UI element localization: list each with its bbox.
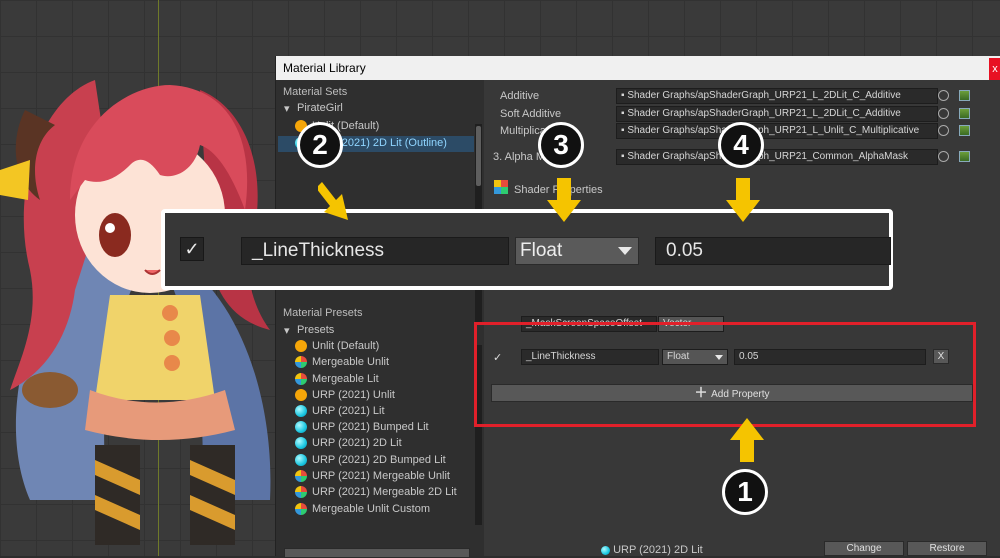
set-group-label[interactable]: PirateGirl	[297, 102, 343, 114]
material-library-window: Material Library x Material Sets ▾ Pirat…	[275, 56, 1000, 558]
preset-item[interactable]: URP (2021) 2D Lit	[312, 437, 402, 449]
shader-field-value: Shader Graphs/apShaderGraph_URP21_L_2DLi…	[627, 90, 901, 101]
zoom-callout-panel: ✓ _LineThickness Float 0.05	[161, 209, 893, 290]
shader-field-value: Shader Graphs/apShaderGraph_URP21_L_2DLi…	[627, 108, 901, 119]
preset-item[interactable]: URP (2021) Bumped Lit	[312, 421, 429, 433]
highlight-box	[474, 322, 976, 427]
callout-4: 4	[718, 122, 764, 168]
arrow-4-icon	[726, 178, 760, 222]
orange-sphere-icon	[295, 389, 307, 401]
image-icon[interactable]	[959, 151, 970, 162]
material-sets-header: Material Sets	[283, 86, 348, 98]
image-icon[interactable]	[959, 108, 970, 119]
material-presets-header: Material Presets	[283, 307, 363, 319]
shader-field-value: Shader Graphs/apShaderGraph_URP21_Common…	[627, 151, 909, 162]
shader-properties-icon	[494, 180, 508, 194]
change-button[interactable]: Change	[824, 541, 904, 556]
shader-field-value: Shader Graphs/apShaderGraph_URP21_L_Unli…	[627, 125, 920, 136]
shader-field[interactable]: ▪ Shader Graphs/apShaderGraph_URP21_L_Un…	[616, 123, 938, 139]
preset-item[interactable]: Mergeable Unlit Custom	[312, 503, 430, 515]
object-picker-icon[interactable]	[938, 108, 949, 119]
preset-item[interactable]: URP (2021) Mergeable 2D Lit	[312, 486, 457, 498]
window-title: Material Library	[276, 56, 1000, 80]
preset-item[interactable]: URP (2021) 2D Bumped Lit	[312, 454, 446, 466]
preset-item[interactable]: URP (2021) Unlit	[312, 389, 395, 401]
cyan-sphere-icon	[601, 545, 610, 555]
object-picker-icon[interactable]	[938, 90, 949, 101]
object-picker-icon[interactable]	[938, 125, 949, 136]
restore-button[interactable]: Restore	[907, 541, 987, 556]
chevron-down-icon	[618, 247, 632, 255]
object-picker-icon[interactable]	[938, 151, 949, 162]
preset-item[interactable]: Unlit (Default)	[312, 340, 379, 352]
cyan-sphere-icon	[295, 421, 307, 433]
arrow-2-icon	[318, 182, 348, 220]
callout-1: 1	[722, 469, 768, 515]
shader-field[interactable]: ▪ Shader Graphs/apShaderGraph_URP21_L_2D…	[616, 106, 938, 122]
shader-field[interactable]: ▪ Shader Graphs/apShaderGraph_URP21_L_2D…	[616, 88, 938, 104]
shader-field[interactable]: ▪ Shader Graphs/apShaderGraph_URP21_Comm…	[616, 149, 938, 165]
expand-arrow-icon[interactable]: ▾	[284, 102, 290, 115]
shader-row-label: Soft Additive	[500, 108, 562, 120]
cyan-sphere-icon	[295, 454, 307, 466]
image-icon[interactable]	[959, 125, 970, 136]
callout-3: 3	[538, 122, 584, 168]
expand-arrow-icon[interactable]: ▾	[284, 324, 290, 337]
zoom-checkbox[interactable]: ✓	[180, 237, 204, 261]
preset-item[interactable]: URP (2021) Mergeable Unlit	[312, 470, 450, 482]
left-bottom-button[interactable]	[284, 548, 470, 558]
character-illustration	[0, 80, 271, 545]
multicolor-sphere-icon	[295, 373, 307, 385]
shader-row-label: Additive	[500, 90, 540, 102]
zoom-property-name[interactable]: _LineThickness	[241, 237, 509, 265]
preset-item[interactable]: Mergeable Unlit	[312, 356, 389, 368]
sets-scroll-thumb[interactable]	[476, 126, 481, 186]
presets-group-label[interactable]: Presets	[297, 324, 334, 336]
preset-item[interactable]: URP (2021) Lit	[312, 405, 385, 417]
orange-sphere-icon	[295, 340, 307, 352]
bottom-selected-label: URP (2021) 2D Lit	[601, 544, 703, 556]
bottom-selected-text: URP (2021) 2D Lit	[613, 544, 703, 556]
preset-item[interactable]: Mergeable Lit	[312, 373, 379, 385]
callout-2: 2	[297, 122, 343, 168]
arrow-1-icon	[730, 418, 764, 462]
multicolor-sphere-icon	[295, 486, 307, 498]
close-button[interactable]: x	[989, 58, 1000, 80]
multicolor-sphere-icon	[295, 503, 307, 515]
cyan-sphere-icon	[295, 405, 307, 417]
arrow-3-icon	[547, 178, 581, 222]
zoom-property-value[interactable]: 0.05	[655, 237, 891, 265]
image-icon[interactable]	[959, 90, 970, 101]
multicolor-sphere-icon	[295, 356, 307, 368]
cyan-sphere-icon	[295, 437, 307, 449]
multicolor-sphere-icon	[295, 470, 307, 482]
